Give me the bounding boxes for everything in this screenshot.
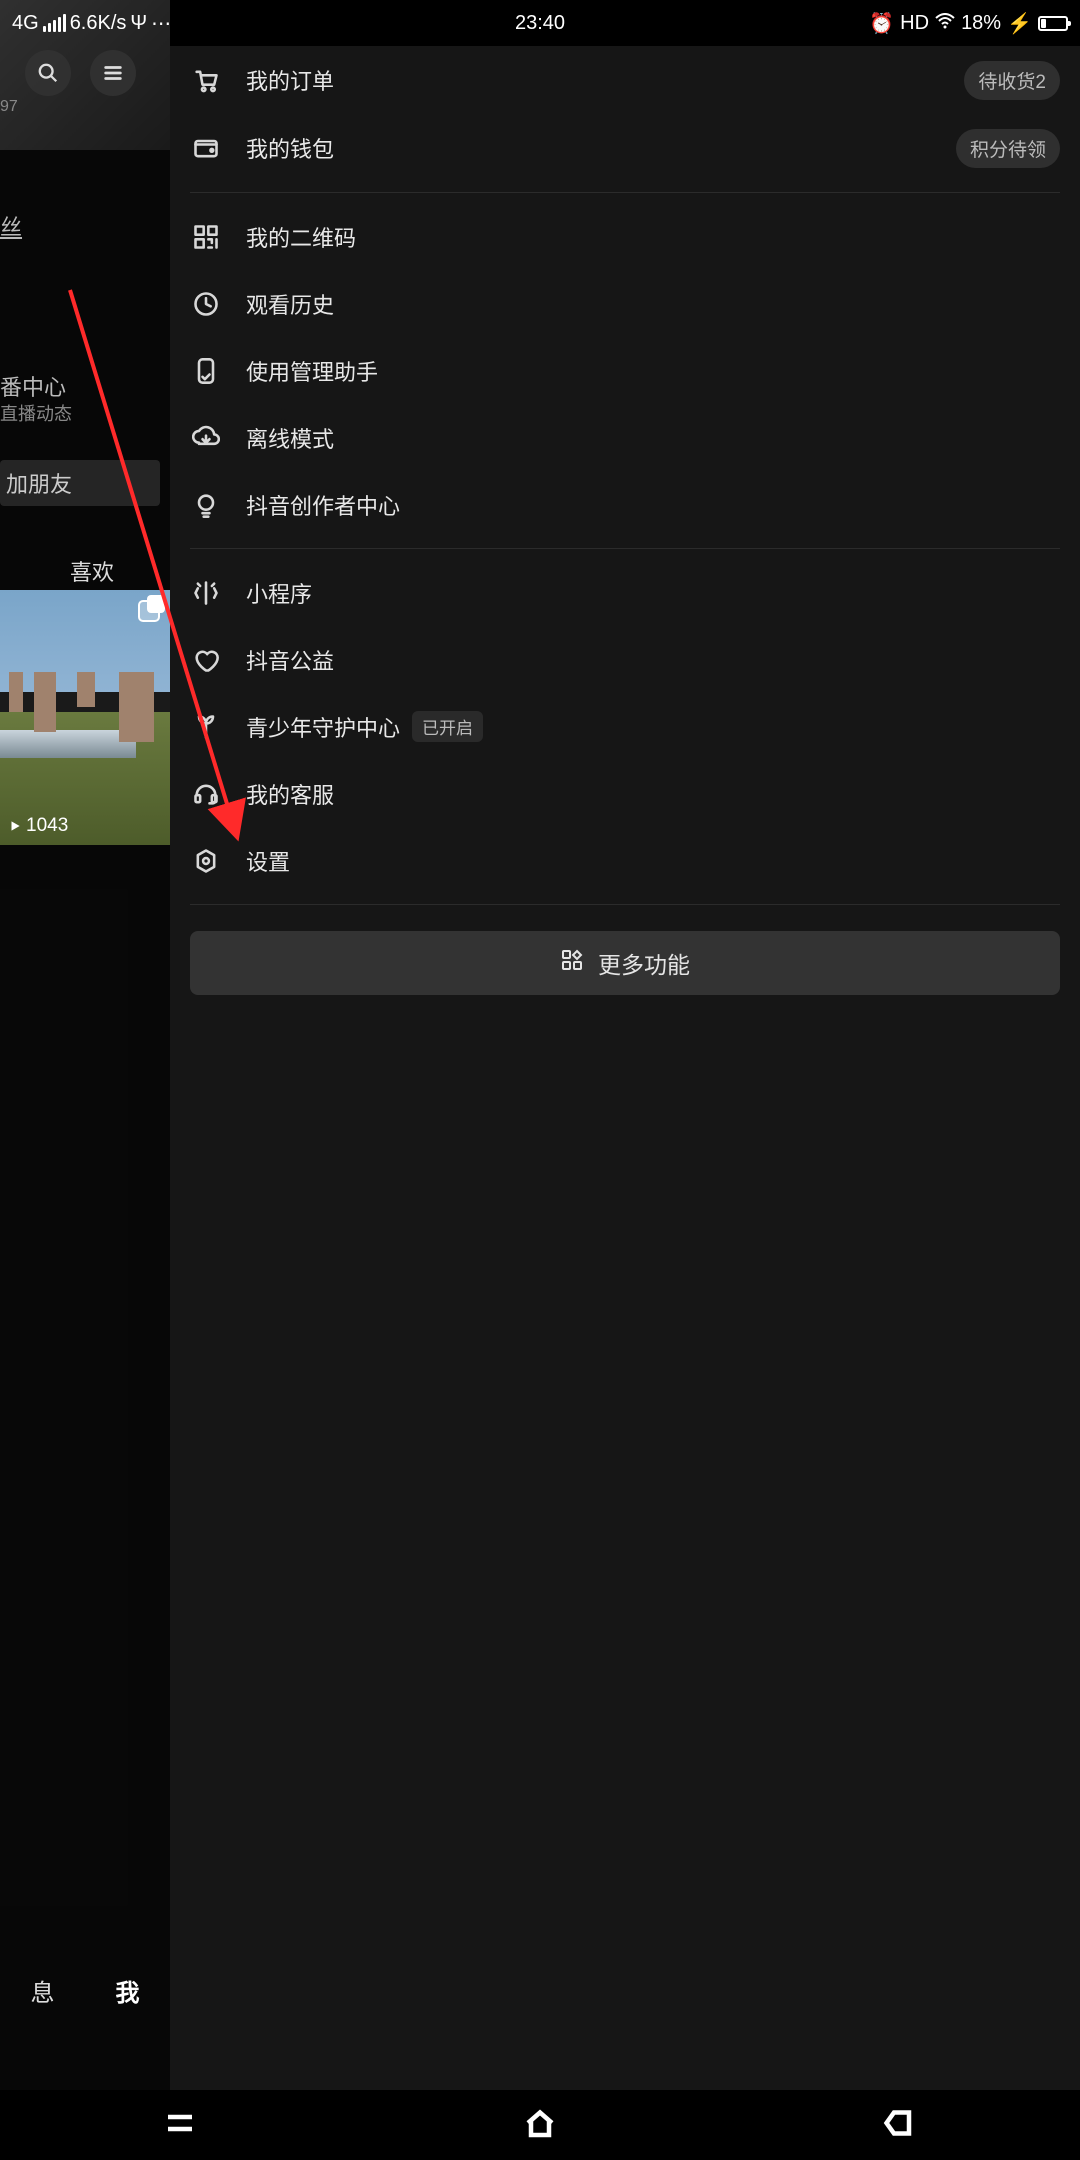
system-nav-bar xyxy=(0,2090,1080,2160)
menu-teen[interactable]: 青少年守护中心 已开启 xyxy=(190,693,1060,760)
tab-messages[interactable]: 息 xyxy=(31,1973,55,2008)
usb-icon: Ψ xyxy=(130,12,147,35)
battery-pct: 18% xyxy=(961,12,1001,35)
menu-service[interactable]: 我的客服 xyxy=(190,760,1060,827)
lightbulb-icon xyxy=(190,489,222,521)
search-button[interactable] xyxy=(25,50,71,96)
nav-recent-icon[interactable] xyxy=(162,2105,198,2146)
orders-badge: 待收货2 xyxy=(964,61,1060,100)
miniapp-icon xyxy=(190,577,222,609)
sprout-icon xyxy=(190,711,222,743)
more-functions-button[interactable]: 更多功能 xyxy=(190,931,1060,995)
charging-icon: ⚡ xyxy=(1007,11,1032,36)
hd-indicator: HD xyxy=(900,12,929,35)
cart-icon xyxy=(190,64,222,96)
grid-icon xyxy=(560,948,584,978)
clock: 23:40 xyxy=(515,12,565,35)
menu-wallet[interactable]: 我的钱包 积分待领 xyxy=(190,114,1060,182)
multi-image-icon xyxy=(138,600,160,622)
nav-back-icon[interactable] xyxy=(882,2105,918,2146)
add-friend-button[interactable]: 加朋友 xyxy=(0,460,160,506)
battery-icon xyxy=(1038,16,1068,31)
status-bar: 4G 6.6K/s Ψ ⋯ 23:40 ⏰ HD 18% ⚡ xyxy=(0,0,1080,46)
cloud-download-icon xyxy=(190,422,222,454)
tab-me[interactable]: 我 xyxy=(116,1973,140,2008)
nav-home-icon[interactable] xyxy=(522,2105,558,2146)
more-dots-icon: ⋯ xyxy=(151,11,171,36)
alarm-icon: ⏰ xyxy=(869,11,894,36)
teen-badge: 已开启 xyxy=(412,711,483,742)
menu-history[interactable]: 观看历史 xyxy=(190,270,1060,337)
phone-check-icon xyxy=(190,355,222,387)
divider xyxy=(190,192,1060,193)
clock-icon xyxy=(190,288,222,320)
fans-link[interactable]: 丝 xyxy=(0,210,22,242)
divider xyxy=(190,904,1060,905)
menu-assistant[interactable]: 使用管理助手 xyxy=(190,337,1060,404)
net-speed: 6.6K/s xyxy=(70,12,127,35)
live-center-line2: 直播动态 xyxy=(0,400,72,426)
wallet-badge: 积分待领 xyxy=(956,129,1060,168)
menu-settings[interactable]: 设置 xyxy=(190,827,1060,894)
video-thumbnail[interactable]: 1043 xyxy=(0,590,170,845)
headset-icon xyxy=(190,778,222,810)
signal-icon xyxy=(43,14,66,32)
corner-text: 97 xyxy=(0,98,18,116)
menu-miniapp[interactable]: 小程序 xyxy=(190,559,1060,626)
profile-page-underlay: 97 丝 番中心 直播动态 加朋友 喜欢 1043 息 我 xyxy=(0,0,170,2090)
tab-likes[interactable]: 喜欢 xyxy=(70,555,114,587)
divider xyxy=(190,548,1060,549)
menu-creator[interactable]: 抖音创作者中心 xyxy=(190,471,1060,538)
heart-icon xyxy=(190,644,222,676)
live-center-line1: 番中心 xyxy=(0,370,66,402)
network-type: 4G xyxy=(12,12,39,35)
side-drawer: 我的订单 待收货2 我的钱包 积分待领 我的二维码 观看历史 使用管理助手 xyxy=(170,46,1080,2090)
menu-qrcode[interactable]: 我的二维码 xyxy=(190,203,1060,270)
wifi-icon xyxy=(935,12,955,35)
menu-charity[interactable]: 抖音公益 xyxy=(190,626,1060,693)
drawer-menu-button[interactable] xyxy=(90,50,136,96)
menu-offline[interactable]: 离线模式 xyxy=(190,404,1060,471)
play-count: 1043 xyxy=(8,815,68,837)
settings-icon xyxy=(190,845,222,877)
menu-orders[interactable]: 我的订单 待收货2 xyxy=(190,46,1060,114)
wallet-icon xyxy=(190,132,222,164)
qrcode-icon xyxy=(190,221,222,253)
